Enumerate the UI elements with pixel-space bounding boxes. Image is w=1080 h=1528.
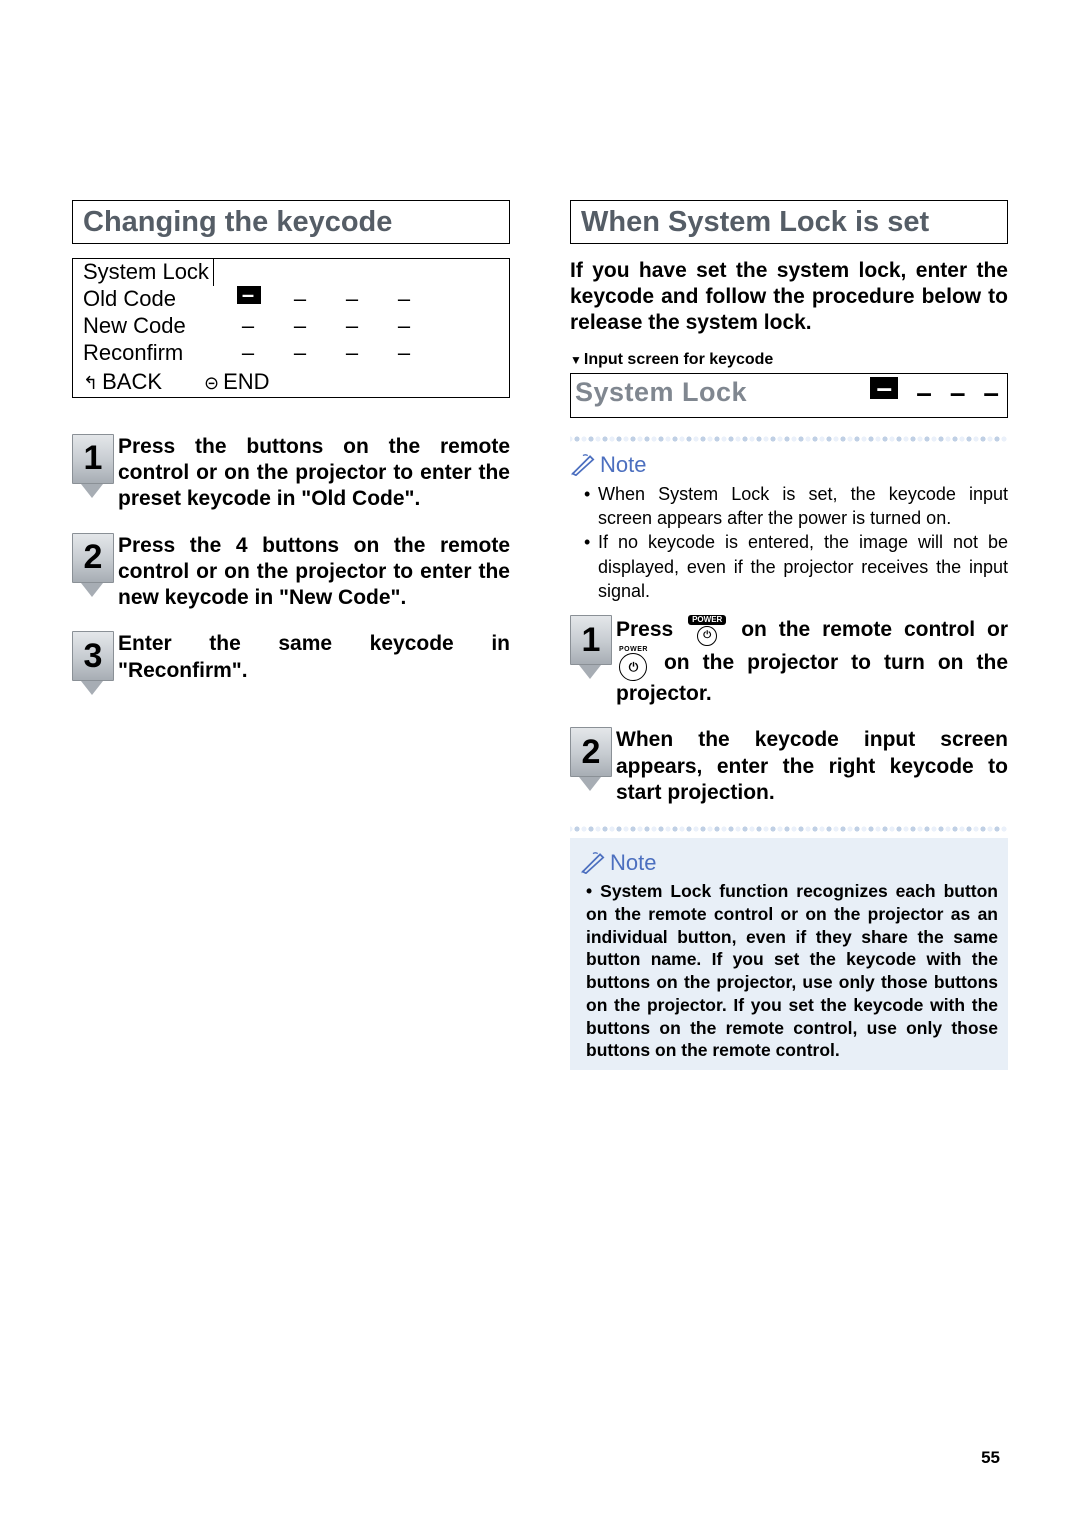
left-column: Changing the keycode System Lock Old Cod… <box>72 200 510 1468</box>
step-text: Press the buttons on the remote control … <box>118 434 510 513</box>
osd-row-dashes: –––– <box>213 340 499 366</box>
step-text: Press POWER⏻ on the remote control or PO… <box>616 615 1008 707</box>
osd-row-label: Old Code <box>83 286 213 312</box>
osd-footer: ↰BACK ⊝END <box>73 367 509 397</box>
osd-row: New Code–––– <box>73 313 509 340</box>
step: 2Press the 4 buttons on the remote contr… <box>72 533 510 612</box>
note-block-2: Note System Lock function recognizes eac… <box>570 838 1008 1070</box>
osd-end: ⊝END <box>204 369 270 395</box>
osd-system-lock: System Lock Old Code––––New Code––––Reco… <box>72 258 510 398</box>
manual-page: Changing the keycode System Lock Old Cod… <box>0 0 1080 1528</box>
note-icon <box>570 454 596 476</box>
osd-row: Old Code–––– <box>73 286 509 313</box>
step-chip: 1 <box>72 434 112 513</box>
section-heading-left: Changing the keycode <box>72 200 510 244</box>
step-text: Press the 4 buttons on the remote contro… <box>118 533 510 612</box>
section-heading-right: When System Lock is set <box>570 200 1008 244</box>
note-item: When System Lock is set, the keycode inp… <box>588 482 1008 531</box>
lockbar: System Lock –––– <box>570 373 1008 418</box>
step-chip: 2 <box>570 727 610 806</box>
dotted-divider <box>570 436 1008 442</box>
intro-text: If you have set the system lock, enter t… <box>570 258 1008 337</box>
page-number: 55 <box>981 1448 1000 1468</box>
power-button-projector-icon: POWER⏻ <box>619 646 648 681</box>
osd-row-dashes: –––– <box>213 286 499 312</box>
note-icon <box>580 852 606 874</box>
power-button-remote-icon: POWER⏻ <box>688 615 726 646</box>
osd-title-row: System Lock <box>73 259 509 286</box>
step-chip: 2 <box>72 533 112 612</box>
note-body: System Lock function recognizes each but… <box>580 880 998 1062</box>
lockbar-dashes: –––– <box>870 377 1003 409</box>
step-text: When the keycode input screen appears, e… <box>616 727 1008 806</box>
osd-back: ↰BACK <box>83 369 162 395</box>
note-block-1: Note When System Lock is set, the keycod… <box>570 448 1008 603</box>
right-column: When System Lock is set If you have set … <box>570 200 1008 1468</box>
note-label: Note <box>600 452 646 478</box>
step-chip: 3 <box>72 631 112 695</box>
step: 2When the keycode input screen appears, … <box>570 727 1008 806</box>
osd-row-label: Reconfirm <box>83 340 213 366</box>
note-label: Note <box>610 850 656 876</box>
osd-row-dashes: –––– <box>213 313 499 339</box>
note-item: If no keycode is entered, the image will… <box>588 530 1008 603</box>
step: 3Enter the same keycode in "Reconfirm". <box>72 631 510 695</box>
lockbar-title: System Lock <box>575 377 747 408</box>
dotted-divider <box>570 826 1008 832</box>
step-chip: 1 <box>570 615 610 707</box>
osd-row-label: New Code <box>83 313 213 339</box>
step-text: Enter the same keycode in "Reconfirm". <box>118 631 510 695</box>
lockbar-caption: ▼Input screen for keycode <box>570 347 1008 373</box>
step: 1Press the buttons on the remote control… <box>72 434 510 513</box>
step: 1Press POWER⏻ on the remote control or P… <box>570 615 1008 707</box>
osd-row: Reconfirm–––– <box>73 340 509 367</box>
osd-title: System Lock <box>83 259 213 285</box>
